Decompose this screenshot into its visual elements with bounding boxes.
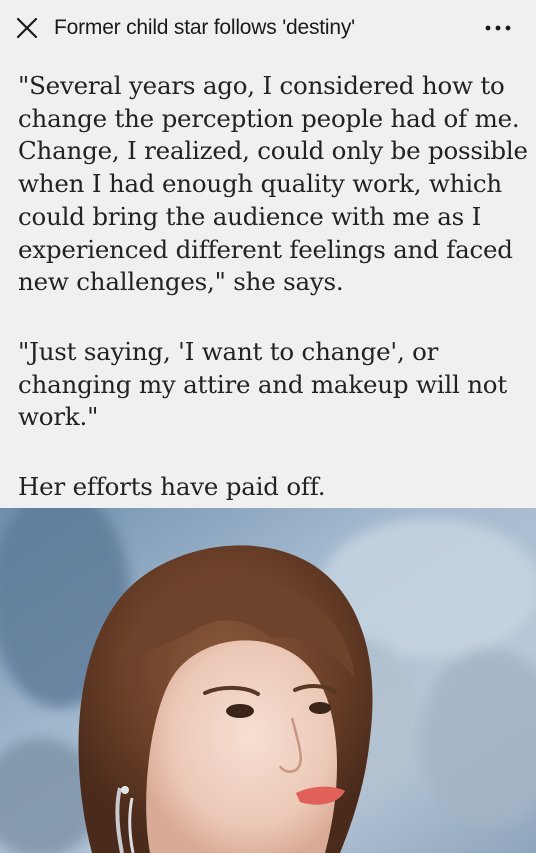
text-line: Her efforts have paid off. xyxy=(18,472,326,502)
article-photo xyxy=(0,508,536,853)
more-horizontal-icon xyxy=(485,25,511,31)
text-line: when I had enough quality work, which xyxy=(18,169,502,199)
page-title: Former child star follows 'destiny' xyxy=(54,16,355,39)
text-line: "Several years ago, I considered how to xyxy=(18,71,505,100)
text-line: could bring the audience with me as I xyxy=(18,201,482,231)
text-line: new challenges," she says. xyxy=(18,267,344,297)
close-icon xyxy=(16,17,38,39)
text-line: change the perception people had of me. xyxy=(18,103,520,133)
close-button[interactable] xyxy=(13,14,41,42)
text-line: work." xyxy=(18,402,99,432)
paragraph: Her efforts have paid off. xyxy=(18,471,528,504)
text-line: experienced different feelings and faced xyxy=(18,234,513,264)
more-options-button[interactable] xyxy=(480,14,516,42)
top-bar: Former child star follows 'destiny' xyxy=(0,0,536,56)
paragraph: "Several years ago, I considered how to … xyxy=(18,70,528,299)
paragraph: "Just saying, 'I want to change', or cha… xyxy=(18,336,528,434)
text-line: "Just saying, 'I want to change', or xyxy=(18,336,439,366)
portrait-image xyxy=(0,508,536,853)
article-body: "Several years ago, I considered how to … xyxy=(18,70,528,504)
text-line: changing my attire and makeup will not xyxy=(18,369,507,399)
text-line: Change, I realized, could only be possib… xyxy=(18,136,528,166)
